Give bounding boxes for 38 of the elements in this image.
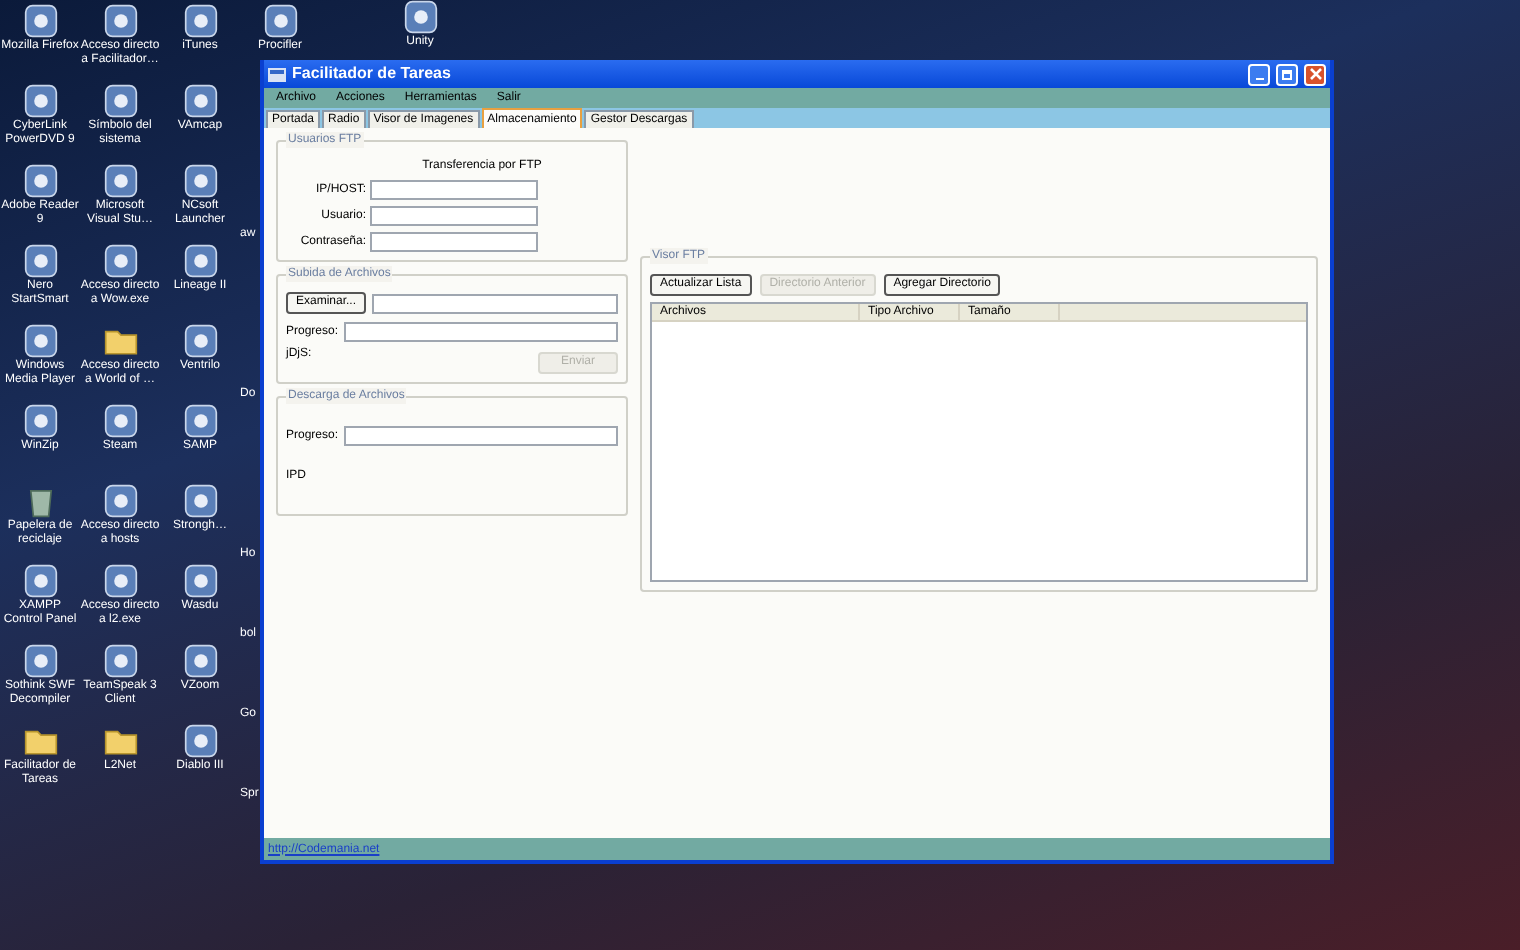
app-icon (183, 244, 217, 278)
app-icon (183, 644, 217, 678)
app-icon (403, 0, 437, 34)
app-icon (103, 4, 137, 38)
app-icon (183, 164, 217, 198)
app-icon (183, 84, 217, 118)
app-icon (183, 484, 217, 518)
app-icon (23, 644, 57, 678)
app-icon (23, 324, 57, 358)
minimize-button[interactable] (1248, 63, 1270, 85)
app-icon (103, 564, 137, 598)
app-icon (183, 404, 217, 438)
maximize-button[interactable] (1276, 63, 1298, 85)
app-icon (23, 164, 57, 198)
app-icon (23, 564, 57, 598)
close-icon (1309, 68, 1321, 80)
app-icon (103, 644, 137, 678)
app-icon (103, 484, 137, 518)
app-icon (23, 404, 57, 438)
app-icon (103, 84, 137, 118)
input-field[interactable] (370, 180, 538, 200)
app-icon (183, 724, 217, 758)
app-icon (103, 244, 137, 278)
input-field[interactable] (370, 206, 538, 226)
app-icon (183, 4, 217, 38)
app-icon (263, 4, 297, 38)
close-button[interactable] (1304, 63, 1326, 85)
window-title: Facilitador de Tareas (292, 64, 451, 84)
app-icon (103, 164, 137, 198)
app-icon (103, 404, 137, 438)
input-field[interactable] (370, 232, 538, 252)
app-icon (23, 244, 57, 278)
window-icon (268, 67, 286, 81)
app-icon (183, 564, 217, 598)
app-icon (23, 4, 57, 38)
app-icon (23, 84, 57, 118)
file-path-field[interactable] (372, 293, 618, 313)
app-icon (183, 324, 217, 358)
